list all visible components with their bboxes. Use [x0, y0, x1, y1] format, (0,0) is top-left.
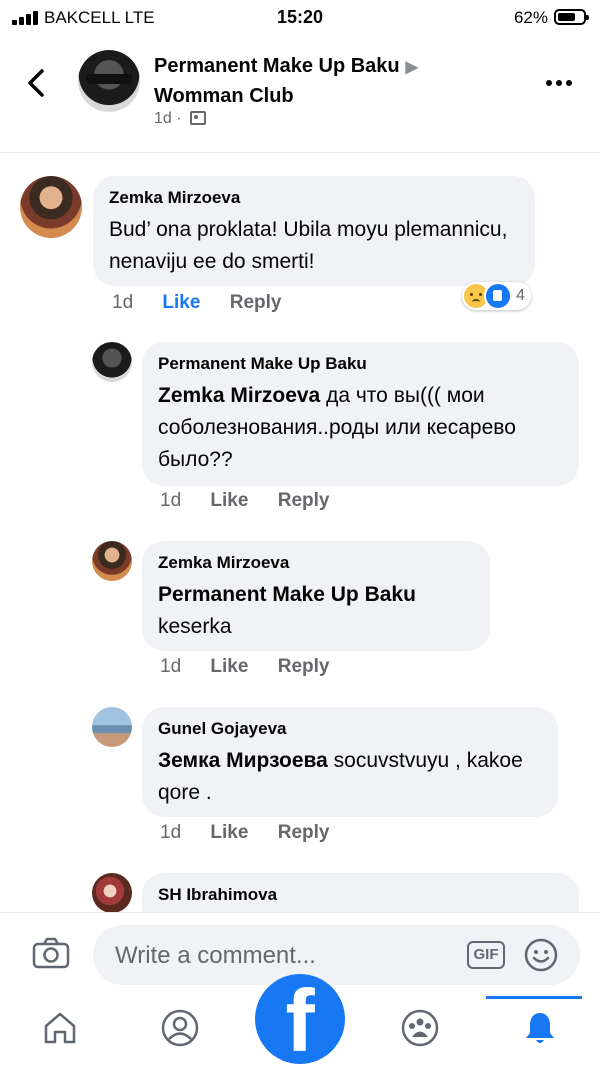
- comment-text: Bud’ ona proklata! Ubila moyu plemannicu…: [109, 218, 508, 273]
- comment-bubble: Zemka Mirzoeva Bud’ ona proklata! Ubila …: [93, 176, 535, 286]
- comment-author[interactable]: Zemka Mirzoeva: [158, 553, 474, 573]
- groups-icon: [401, 1009, 439, 1047]
- mention-link[interactable]: Permanent Make Up Baku: [158, 579, 474, 611]
- like-button[interactable]: Like: [210, 490, 248, 511]
- reply-button[interactable]: Reply: [278, 490, 330, 511]
- profile-icon: [161, 1009, 199, 1047]
- status-bar: BAKCELL LTE 15:20 62%: [0, 0, 600, 36]
- reply-button[interactable]: Reply: [278, 822, 330, 843]
- emoji-icon[interactable]: [523, 937, 559, 973]
- comment-body: Zemka Mirzoeva да что вы((( мои соболезн…: [158, 380, 563, 476]
- tab-profile[interactable]: [140, 996, 220, 1065]
- comment-body: Permanent Make Up Baku keserka: [158, 579, 474, 643]
- facebook-logo: f: [285, 971, 315, 1070]
- post-time: 1d ·: [154, 110, 182, 127]
- reaction-count: 4: [516, 287, 525, 304]
- comment-time: 1d: [160, 822, 182, 843]
- comment-bubble: Zemka Mirzoeva Permanent Make Up Baku ke…: [142, 541, 490, 651]
- comment-author[interactable]: SH Ibrahimova: [158, 885, 563, 905]
- like-button[interactable]: Like: [162, 292, 200, 313]
- comment-time: 1d: [160, 656, 182, 677]
- comment-input[interactable]: [113, 935, 447, 977]
- battery-percent: 62%: [513, 8, 548, 27]
- reply-button[interactable]: Reply: [278, 656, 330, 677]
- gif-button[interactable]: GIF: [467, 941, 505, 969]
- group-avatar[interactable]: [78, 50, 140, 112]
- reply-button[interactable]: Reply: [230, 292, 282, 313]
- tab-home[interactable]: [20, 996, 100, 1065]
- more-options-icon[interactable]: [546, 80, 574, 88]
- tab-notifications[interactable]: [500, 996, 580, 1065]
- comment-body: Земка Мирзоева socuvstvuyu , kakoe qore …: [158, 745, 542, 809]
- comment-author[interactable]: Permanent Make Up Baku: [158, 354, 563, 374]
- back-arrow-icon[interactable]: [22, 68, 52, 98]
- clock: 15:20: [276, 7, 324, 27]
- avatar[interactable]: [92, 342, 132, 382]
- tab-groups[interactable]: [380, 996, 460, 1065]
- battery-icon: [554, 9, 589, 25]
- like-button[interactable]: Like: [210, 656, 248, 677]
- like-reaction-icon: [484, 282, 512, 310]
- mention-link[interactable]: Zemka Mirzoeva: [158, 384, 320, 407]
- comment-text: keserka: [158, 615, 232, 638]
- comment-actions: 1d Like Reply: [112, 292, 305, 314]
- like-button[interactable]: Like: [210, 822, 248, 843]
- comment-actions: 1d Like Reply: [160, 822, 353, 844]
- share-arrow-icon: ▶: [405, 59, 418, 76]
- comment-bubble: Gunel Gojayeva Земка Мирзоева socuvstvuy…: [142, 707, 558, 817]
- comment-author[interactable]: Zemka Mirzoeva: [109, 188, 519, 208]
- home-icon: [44, 1012, 76, 1044]
- avatar[interactable]: [92, 541, 132, 581]
- avatar[interactable]: [92, 873, 132, 913]
- post-title[interactable]: Permanent Make Up Baku ▶ Womman Club: [154, 52, 484, 110]
- post-meta: 1d ·: [154, 110, 207, 128]
- avatar[interactable]: [20, 176, 82, 238]
- page-name[interactable]: Permanent Make Up Baku: [154, 55, 400, 77]
- comment-time: 1d: [112, 292, 134, 313]
- mention-link[interactable]: Земка Мирзоева: [158, 749, 328, 772]
- comment-time: 1d: [160, 490, 182, 511]
- post-header: Permanent Make Up Baku ▶ Womman Club 1d ·: [0, 36, 600, 153]
- audience-icon: [190, 111, 207, 125]
- camera-icon[interactable]: [32, 937, 70, 969]
- notifications-icon: [526, 1013, 554, 1043]
- comment-bubble: Permanent Make Up Baku Zemka Mirzoeva да…: [142, 342, 579, 486]
- comment-author[interactable]: Gunel Gojayeva: [158, 719, 542, 739]
- avatar[interactable]: [92, 707, 132, 747]
- group-name[interactable]: Womman Club: [154, 85, 294, 107]
- facebook-icon[interactable]: f: [255, 971, 345, 1070]
- reaction-summary[interactable]: 4: [462, 282, 531, 310]
- comment-actions: 1d Like Reply: [160, 490, 353, 512]
- comment-actions: 1d Like Reply: [160, 656, 353, 678]
